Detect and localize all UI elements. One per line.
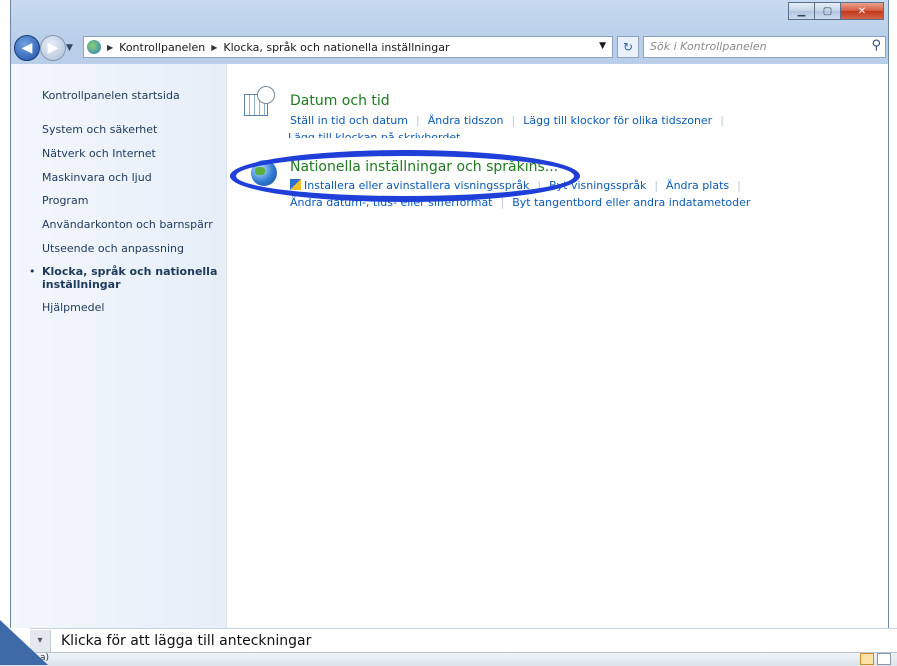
arrow-right-icon: ▶ <box>47 40 59 56</box>
notes-bar[interactable]: ▾ Klicka för att lägga till anteckningar <box>30 628 897 653</box>
minimize-icon: ▁ <box>797 5 806 17</box>
window-controls: ▁ ▢ ✕ <box>788 2 884 20</box>
separator: | <box>511 114 516 127</box>
sidebar-item-accessibility[interactable]: Hjälpmedel <box>42 301 104 314</box>
task-change-keyboards[interactable]: Byt tangentbord eller andra indatametode… <box>512 196 750 209</box>
sidebar-item-hardware-sound[interactable]: Maskinvara och ljud <box>42 171 152 184</box>
notes-placeholder[interactable]: Klicka för att lägga till anteckningar <box>61 633 311 649</box>
sidebar-item-home[interactable]: Kontrollpanelen startsida <box>42 89 180 102</box>
control-panel-icon <box>87 40 101 54</box>
arrow-left-icon: ◀ <box>21 40 33 56</box>
breadcrumb-arrow-icon[interactable]: ▶ <box>211 43 217 52</box>
minimize-button[interactable]: ▁ <box>788 2 815 20</box>
search-icon[interactable]: ⚲ <box>871 38 881 53</box>
forward-button[interactable]: ▶ <box>40 35 66 61</box>
sidebar-item-system-security[interactable]: System och säkerhet <box>42 123 157 136</box>
separator: | <box>416 114 420 127</box>
category-title-datetime[interactable]: Datum och tid <box>290 93 390 109</box>
view-buttons <box>857 653 891 665</box>
task-add-clocks[interactable]: Lägg till klockor för olika tidszoner <box>523 114 712 127</box>
search-placeholder: Sök i Kontrollpanelen <box>650 40 767 53</box>
task-change-location[interactable]: Ändra plats <box>666 179 729 192</box>
separator: | <box>737 179 741 192</box>
sidebar-item-programs[interactable]: Program <box>42 194 88 207</box>
maximize-button[interactable]: ▢ <box>814 2 841 20</box>
slide-sorter-view-icon[interactable] <box>877 653 891 665</box>
sidebar-item-appearance[interactable]: Utseende och anpassning <box>42 242 184 255</box>
back-button[interactable]: ◀ <box>14 35 40 61</box>
breadcrumb-control-panel[interactable]: Kontrollpanelen <box>119 41 205 54</box>
current-item-bullet-icon: • <box>29 265 36 278</box>
content-area: Kontrollpanelen startsida System och säk… <box>11 64 888 628</box>
address-dropdown-icon[interactable]: ▼ <box>599 41 606 51</box>
clock-icon <box>257 86 275 104</box>
status-bar: a) <box>0 652 897 666</box>
address-bar[interactable]: ▶ Kontrollpanelen ▶ Klocka, språk och na… <box>83 36 613 58</box>
main-panel: Datum och tid Ställ in tid och datum | Ä… <box>228 64 888 628</box>
refresh-icon: ↻ <box>622 40 634 54</box>
breadcrumb-clock-language[interactable]: Klocka, språk och nationella inställning… <box>223 41 449 54</box>
separator: | <box>654 179 659 192</box>
task-set-time-date[interactable]: Ställ in tid och datum <box>290 114 408 127</box>
control-panel-window: ▁ ▢ ✕ ◀ ▶ ▼ ▶ Kontrollpanelen ▶ Klocka, … <box>10 0 889 628</box>
search-input[interactable]: Sök i Kontrollpanelen ⚲ <box>643 36 886 58</box>
navigation-row: ◀ ▶ ▼ ▶ Kontrollpanelen ▶ Klocka, språk … <box>11 33 888 63</box>
close-button[interactable]: ✕ <box>840 2 884 20</box>
datetime-task-row: Ställ in tid och datum | Ändra tidszon |… <box>290 114 732 127</box>
refresh-button[interactable]: ↻ <box>617 36 639 58</box>
recent-pages-dropdown[interactable]: ▼ <box>66 43 73 53</box>
normal-view-icon[interactable] <box>860 653 874 665</box>
sidebar: Kontrollpanelen startsida System och säk… <box>11 64 227 628</box>
task-change-timezone[interactable]: Ändra tidszon <box>428 114 504 127</box>
close-icon: ✕ <box>857 5 867 17</box>
breadcrumb-arrow-icon[interactable]: ▶ <box>107 43 113 52</box>
maximize-icon: ▢ <box>822 5 833 17</box>
title-bar[interactable]: ▁ ▢ ✕ <box>11 0 888 32</box>
separator: | <box>720 114 724 127</box>
sidebar-item-network[interactable]: Nätverk och Internet <box>42 147 156 160</box>
task-add-clock-desktop[interactable]: Lägg till klockan på skrivbordet <box>288 132 460 138</box>
highlight-ellipse <box>230 150 580 202</box>
corner-decoration <box>0 620 48 665</box>
sidebar-item-clock-language: Klocka, språk och nationella inställning… <box>42 265 218 291</box>
separator: | <box>500 196 505 209</box>
sidebar-item-user-accounts[interactable]: Användarkonton och barnspärr <box>42 218 213 231</box>
